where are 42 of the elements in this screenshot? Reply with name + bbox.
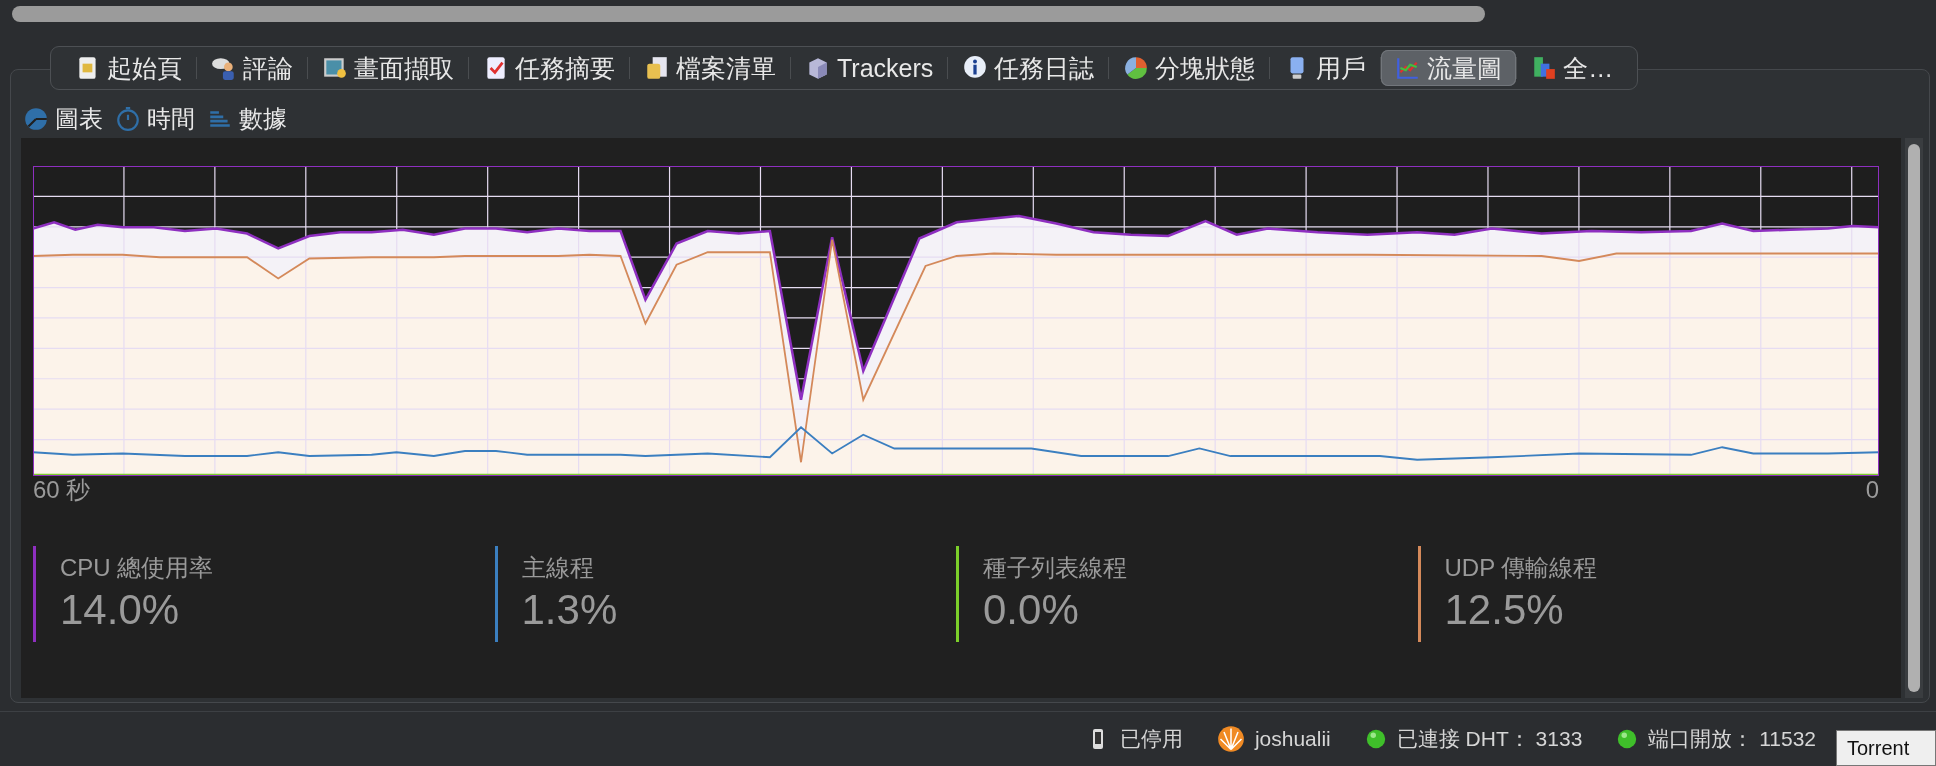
legend-value: 1.3% <box>521 586 618 634</box>
legend-value: 14.0% <box>60 586 181 634</box>
legend-value: 0.0% <box>983 586 1080 634</box>
scrollbar-thumb[interactable] <box>1908 144 1920 692</box>
info-icon <box>962 55 989 81</box>
view-tab[interactable]: 圖表 <box>21 103 105 135</box>
scrollbar-thumb[interactable] <box>12 6 1485 22</box>
axis-label: 60 秒 <box>33 476 91 504</box>
tab[interactable]: 評論 <box>197 50 307 86</box>
stopwatch-icon <box>115 106 141 132</box>
tab[interactable]: 起始頁 <box>61 50 196 86</box>
tab[interactable]: 用戶 <box>1270 50 1381 86</box>
legend-label: 種子列表線程 <box>983 553 1127 583</box>
legend-label: UDP 傳輸線程 <box>1444 553 1598 583</box>
legend-label: CPU 總使用率 <box>60 553 214 583</box>
chat-icon <box>211 55 237 81</box>
image-icon <box>322 55 348 81</box>
tab[interactable]: 流量圖 <box>1381 50 1517 86</box>
status-text: 已連接 DHT： 3133 <box>1396 726 1583 752</box>
tab[interactable]: 任務日誌 <box>948 50 1109 86</box>
tab[interactable]: 任務摘要 <box>469 50 629 86</box>
status-text: joshualii <box>1254 727 1331 751</box>
pie-chart-icon <box>23 106 49 132</box>
status-text: 端口開放： 11532 <box>1648 726 1816 752</box>
tab[interactable]: 畫面擷取 <box>308 50 468 86</box>
view-tab[interactable]: 數據 <box>205 103 289 135</box>
status-dot-icon <box>1616 728 1639 750</box>
tab[interactable]: Trackers <box>791 50 948 86</box>
status-dot-icon <box>1364 728 1387 750</box>
status-text: 已停用 <box>1119 726 1183 752</box>
tab[interactable]: 全… <box>1517 50 1628 86</box>
axis-label: 0 <box>1865 476 1879 504</box>
logo-icon <box>1216 725 1245 753</box>
legend-label: 主線程 <box>521 553 595 583</box>
blocks-icon <box>1531 55 1558 81</box>
legend-value: 12.5% <box>1444 586 1565 634</box>
view-tab[interactable]: 時間 <box>113 103 197 135</box>
tooltip: Torrent <box>1836 730 1936 766</box>
tab[interactable]: 檔案清單 <box>630 50 790 86</box>
tab[interactable]: 分塊狀態 <box>1109 50 1270 86</box>
folder-icon <box>644 55 670 81</box>
pie-chart-icon <box>1123 55 1150 81</box>
